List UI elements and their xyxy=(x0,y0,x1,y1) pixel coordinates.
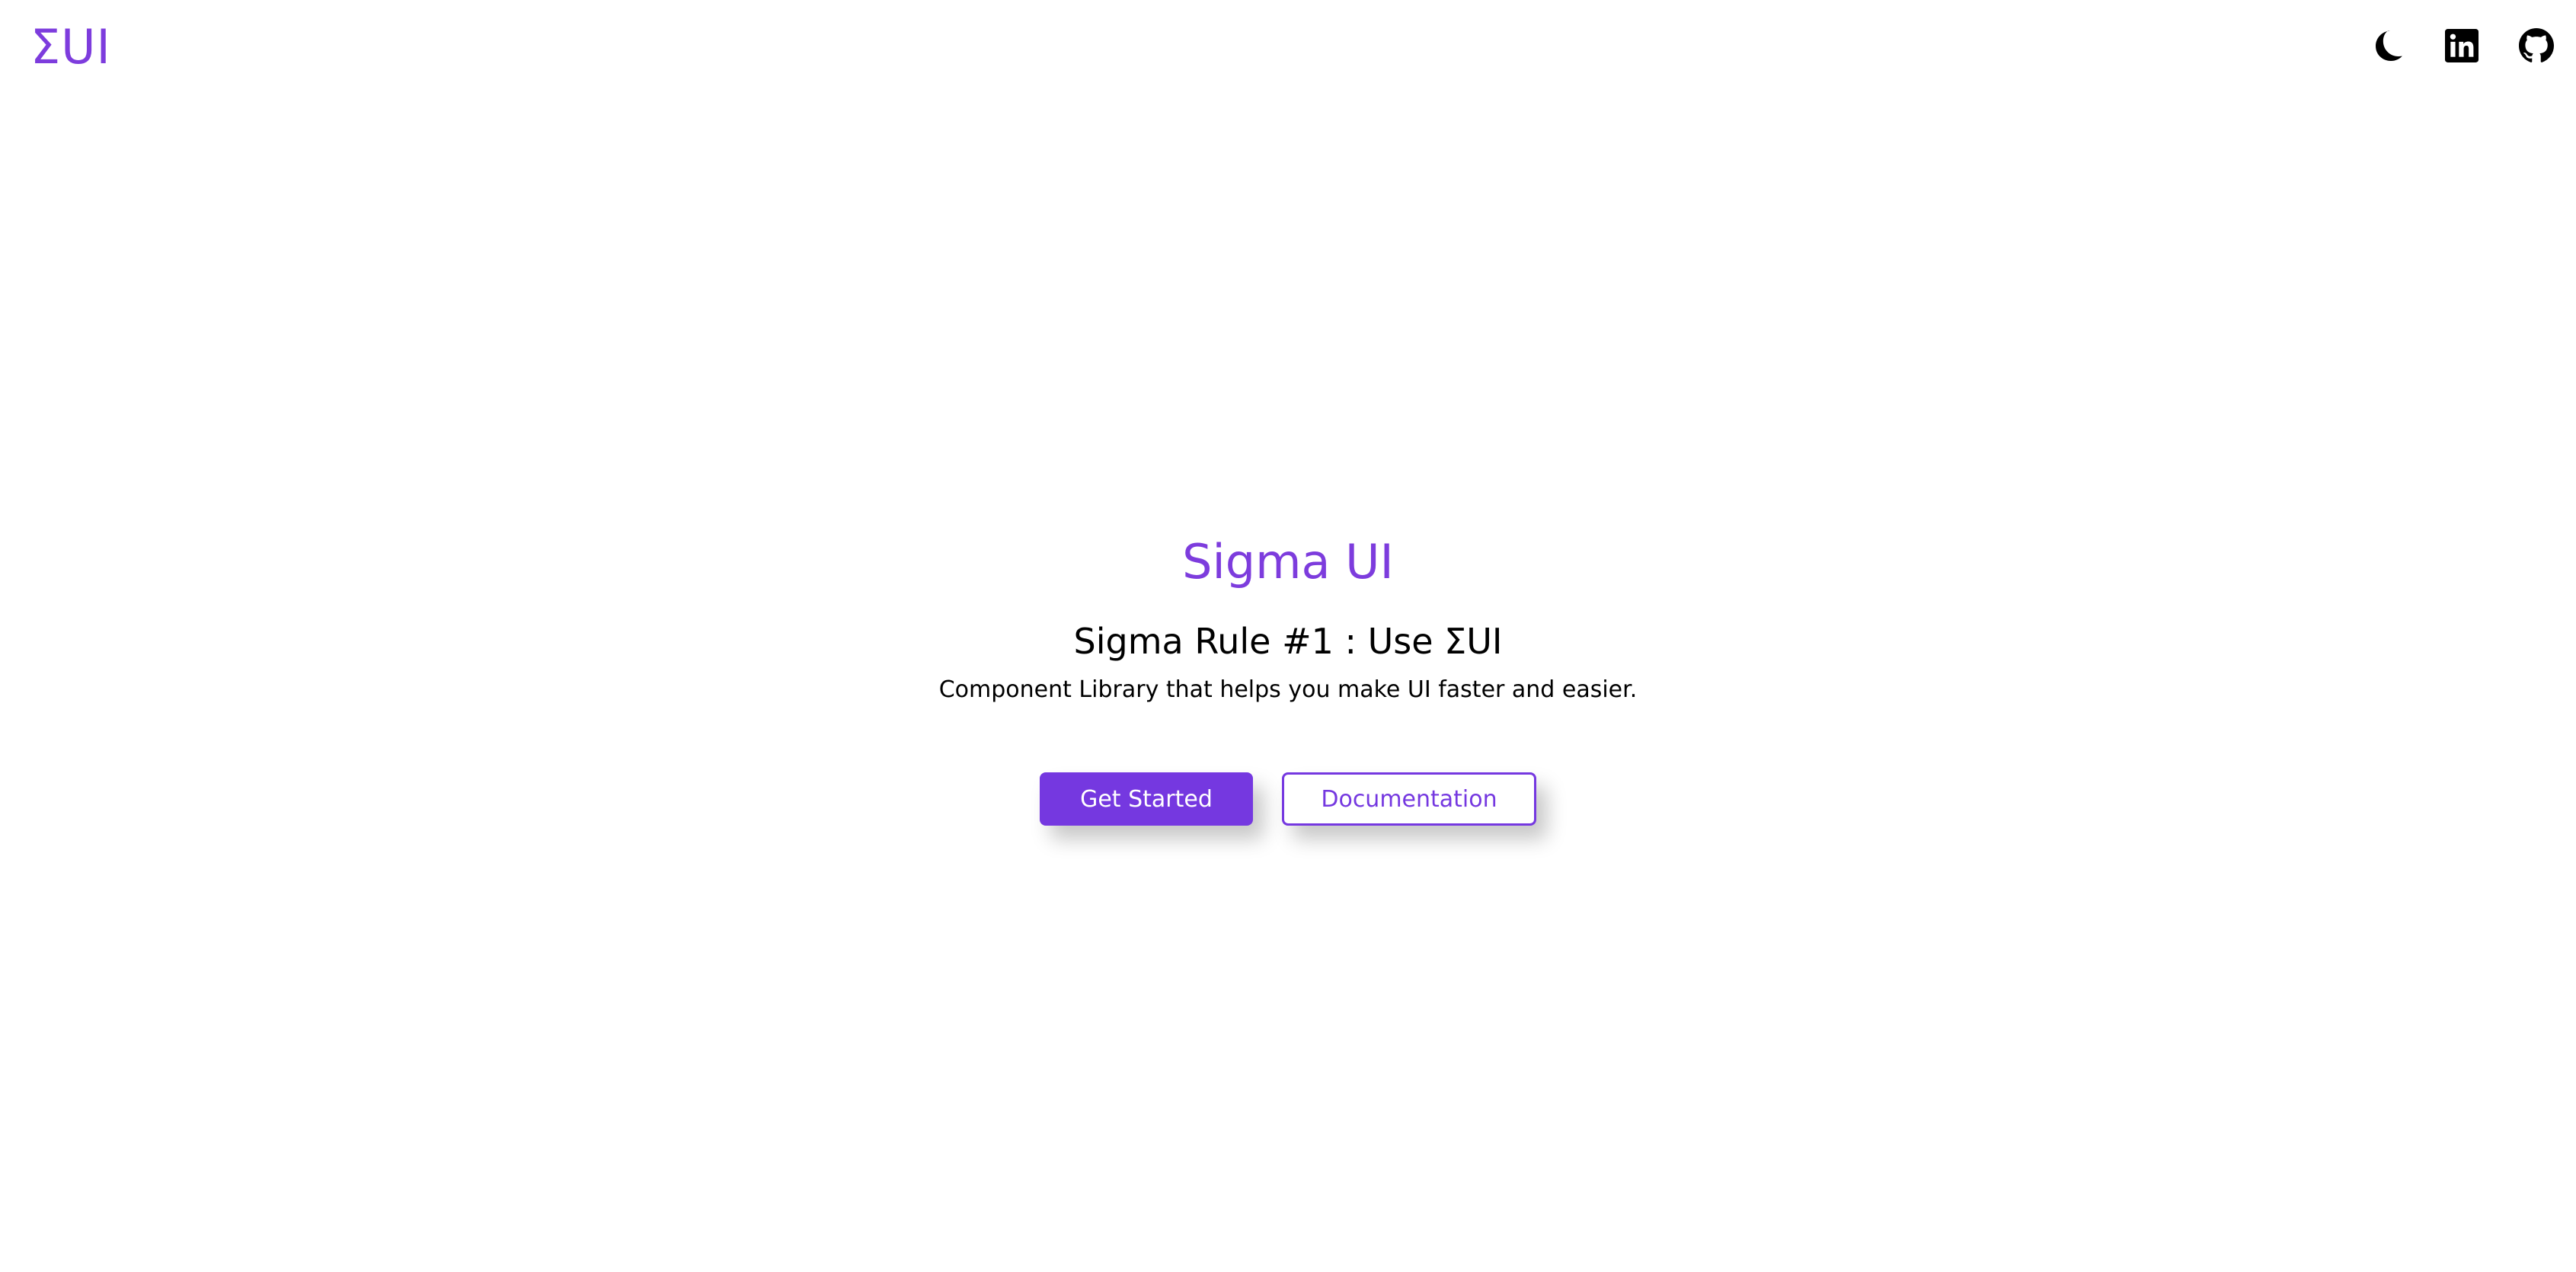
moon-icon xyxy=(2376,30,2402,61)
github-link[interactable] xyxy=(2517,26,2556,66)
brand-logo[interactable]: ΣUI xyxy=(30,18,111,76)
hero-tagline: Sigma Rule #1 : Use ΣUI xyxy=(1073,621,1503,662)
landing-page: ΣUI Sigma UI Sigma Rule #1: Use ΣUI Com… xyxy=(0,0,2576,1272)
get-started-button[interactable]: Get Started xyxy=(1040,772,1253,826)
hero-title: Sigma UI xyxy=(1182,534,1394,590)
documentation-button[interactable]: Documentation xyxy=(1282,772,1536,826)
github-icon xyxy=(2519,28,2554,62)
linkedin-link[interactable] xyxy=(2442,26,2482,66)
theme-toggle-button[interactable] xyxy=(2367,26,2407,66)
navbar: ΣUI xyxy=(0,0,2576,94)
navbar-icon-group xyxy=(2332,23,2556,69)
hero-description: Component Library that helps you make UI… xyxy=(938,676,1638,703)
linkedin-icon xyxy=(2445,29,2479,62)
hero-actions: Get Started Documentation xyxy=(0,772,2576,826)
hero-section: Sigma UI Sigma Rule #1 : Use ΣUI Compone… xyxy=(0,526,2576,826)
